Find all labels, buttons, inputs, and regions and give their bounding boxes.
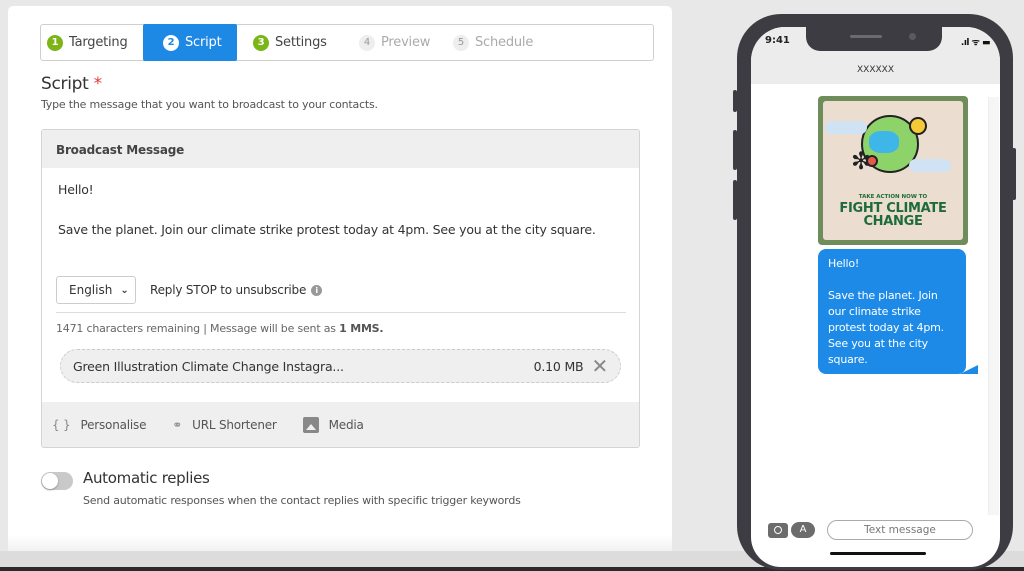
message-textarea[interactable]: Hello! Save the planet. Join our climate…: [42, 168, 639, 240]
image-icon: [302, 417, 319, 433]
section-subtitle: Type the message that you want to broadc…: [41, 98, 378, 111]
globe-water: [869, 131, 899, 153]
step-number: 4: [359, 34, 375, 51]
mms-image-inner: ✻ TAKE ACTION NOW TO FIGHT CLIMATE CHANGE: [823, 101, 963, 240]
image-caption-big: FIGHT CLIMATE CHANGE: [823, 202, 963, 228]
step-schedule[interactable]: 5 Schedule: [447, 25, 557, 60]
cloud-icon: [909, 159, 951, 172]
mms-image: ✻ TAKE ACTION NOW TO FIGHT CLIMATE CHANGE: [818, 96, 968, 245]
status-time: 9:41: [765, 35, 790, 46]
step-number: 2: [163, 34, 179, 51]
target-icon: [866, 155, 878, 167]
media-button[interactable]: Media: [302, 417, 364, 433]
language-row: English ⌄ Reply STOP to unsubscribe i: [56, 276, 323, 304]
info-icon[interactable]: i: [311, 284, 323, 296]
automatic-replies-title: Automatic replies: [83, 469, 210, 487]
step-label: Script: [185, 35, 222, 50]
divider: [56, 312, 626, 313]
cloud-icon: [825, 121, 867, 134]
message-line: Save the planet. Join our climate strike…: [58, 222, 596, 237]
language-select[interactable]: English ⌄: [56, 276, 136, 304]
title-text: Script: [41, 74, 89, 94]
link-icon: ⚭: [172, 418, 183, 432]
braces-icon: { }: [52, 418, 71, 432]
attachment-size: 0.10 MB: [533, 358, 584, 374]
bubble-line: Hello!: [828, 257, 860, 270]
app-store-icon[interactable]: A: [791, 522, 815, 538]
signal-wifi-battery-icon: .ıl ᯤ ▬: [960, 38, 991, 48]
message-composer: A Text message: [768, 520, 973, 540]
url-shortener-button[interactable]: ⚭ URL Shortener: [172, 418, 277, 432]
broadcast-message-box: Broadcast Message Hello! Save the planet…: [41, 129, 640, 448]
home-indicator: [830, 552, 926, 555]
box-title: Broadcast Message: [42, 130, 639, 168]
image-caption-line: CHANGE: [863, 214, 923, 229]
step-label: Settings: [275, 35, 327, 50]
wizard-steps: 1 Targeting 2 Script 3 Settings 4 Preview 5S…: [40, 24, 654, 61]
card-fade: [8, 535, 672, 551]
mms-count: 1 MMS.: [339, 322, 384, 335]
tool-label: URL Shortener: [192, 418, 277, 432]
message-line: Hello!: [58, 182, 94, 197]
step-settings[interactable]: 3 Settings: [237, 25, 341, 60]
chars-text: 1471 characters remaining | Message will…: [56, 322, 340, 335]
step-number: 5: [453, 34, 469, 51]
close-icon[interactable]: ✕: [591, 356, 608, 376]
tool-label: Media: [328, 418, 364, 432]
phone-power-button: [1012, 148, 1016, 200]
reply-stop-label: Reply STOP to unsubscribe: [150, 283, 307, 297]
phone-screen: 9:41 .ıl ᯤ ▬ XXXXXX ✻ TAKE ACTION NOW TO…: [751, 27, 1000, 567]
character-count: 1471 characters remaining | Message will…: [56, 322, 384, 335]
step-number: 3: [253, 34, 269, 51]
camera-icon[interactable]: [768, 522, 788, 538]
step-targeting[interactable]: 1 Targeting: [41, 25, 143, 60]
editor-toolbar: { } Personalise ⚭ URL Shortener Media: [42, 402, 639, 447]
required-mark: *: [93, 74, 103, 94]
automatic-replies-description: Send automatic responses when the contac…: [83, 494, 521, 507]
tool-label: Personalise: [80, 418, 147, 432]
text-message-input[interactable]: Text message: [827, 520, 973, 540]
reply-stop-text: Reply STOP to unsubscribe i: [150, 283, 323, 297]
phone-volume-down: [733, 180, 737, 220]
scrollbar[interactable]: [988, 97, 999, 515]
chevron-down-icon: ⌄: [120, 284, 129, 296]
personalise-button[interactable]: { } Personalise: [52, 418, 146, 432]
step-preview[interactable]: 4 Preview: [341, 25, 447, 60]
section-title: Script *: [41, 74, 102, 94]
phone-volume-up: [733, 130, 737, 170]
front-camera: [909, 33, 916, 40]
step-script[interactable]: 2 Script: [143, 24, 237, 61]
sun-icon: [909, 117, 927, 135]
attachment-chip: Green Illustration Climate Change Instag…: [60, 349, 621, 383]
phone-notch: [806, 27, 942, 51]
step-label: Preview: [381, 35, 431, 50]
language-value: English: [69, 283, 113, 297]
step-label: Schedule: [475, 35, 534, 50]
step-label: Targeting: [69, 35, 128, 50]
contact-name: XXXXXX: [857, 65, 894, 75]
automatic-replies-toggle[interactable]: [41, 472, 73, 490]
speaker: [850, 35, 882, 38]
sms-bubble: Hello! Save the planet. Join our climate…: [818, 249, 966, 374]
bubble-tail: [960, 365, 978, 374]
image-caption-small: TAKE ACTION NOW TO: [858, 194, 928, 200]
phone-mute-button: [733, 90, 737, 112]
bubble-line: Save the planet. Join our climate strike…: [828, 289, 944, 366]
step-number: 1: [47, 34, 63, 51]
attachment-name: Green Illustration Climate Change Instag…: [73, 358, 344, 374]
